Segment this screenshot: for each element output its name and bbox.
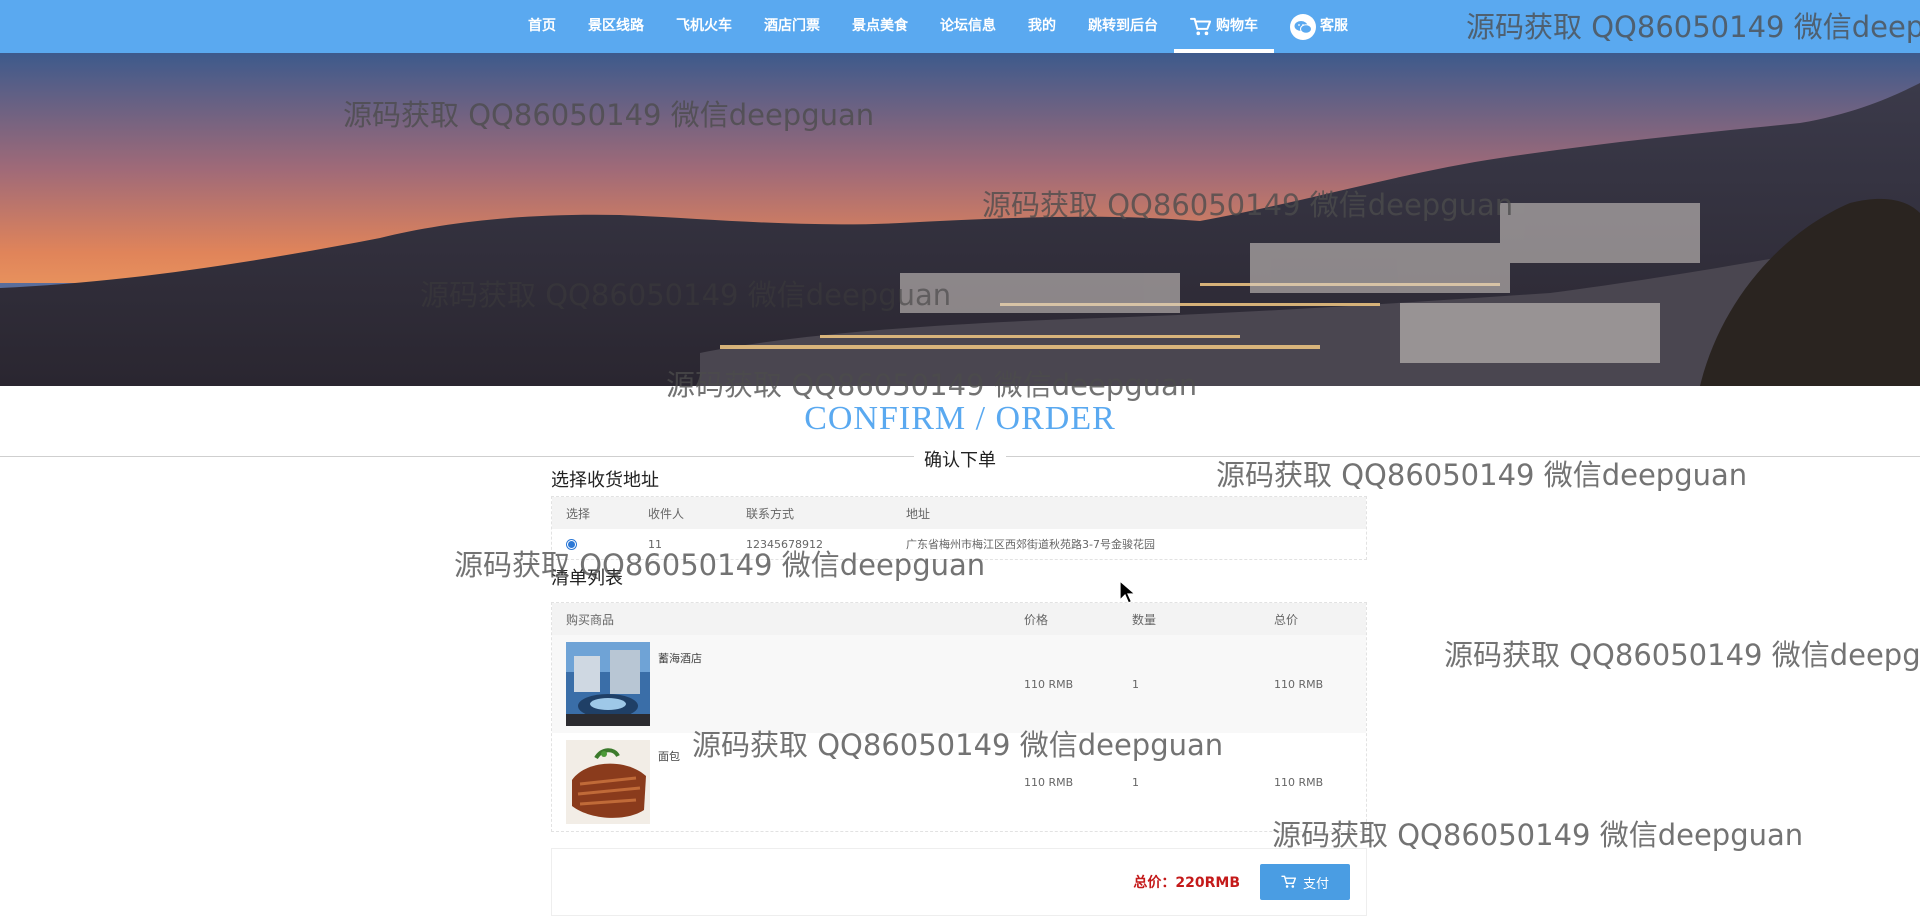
nav-item-scenic-routes[interactable]: 景区线路 [572, 0, 660, 53]
col-select: 选择 [566, 506, 591, 521]
wechat-icon [1290, 13, 1316, 40]
col-address: 地址 [906, 506, 931, 521]
cart-icon [1281, 875, 1297, 888]
banner-image [0, 53, 1920, 386]
order-list-table: 购买商品 价格 数量 总价 蓄海酒店 110 RMB 1 110 RMB 面包 … [551, 602, 1367, 832]
nav-item-home[interactable]: 首页 [512, 0, 572, 53]
qty-value: 1 [1132, 775, 1139, 789]
list-section-title: 清单列表 [551, 568, 623, 589]
cart-label: 购物车 [1216, 18, 1258, 34]
pay-label: 支付 [1302, 876, 1329, 892]
address-table-header: 选择 收件人 联系方式 地址 [552, 497, 1366, 529]
col-price: 价格 [1024, 612, 1049, 627]
pay-button[interactable]: 支付 [1260, 864, 1350, 900]
price-value: 110 RMB [1024, 677, 1074, 691]
col-qty: 数量 [1132, 612, 1157, 627]
total-value: 110 RMB [1274, 775, 1324, 789]
order-summary: 总价：220RMB 支付 [551, 848, 1367, 916]
list-item: 面包 110 RMB 1 110 RMB [552, 733, 1366, 831]
page-title-en: CONFIRM / ORDER [804, 400, 1116, 437]
list-table-header: 购买商品 价格 数量 总价 [552, 603, 1366, 635]
hotel-photo[interactable] [566, 642, 650, 726]
product-name[interactable]: 蓄海酒店 [658, 650, 702, 666]
order-total: 总价：220RMB [1133, 875, 1240, 891]
qty-value: 1 [1132, 677, 1139, 691]
cart-icon [1190, 17, 1212, 35]
nav-item-attraction-food[interactable]: 景点美食 [836, 0, 924, 53]
nav-list: 首页 景区线路 飞机火车 酒店门票 景点美食 论坛信息 我的 跳转到后台 购物车 [512, 0, 1364, 53]
col-phone: 联系方式 [746, 506, 795, 521]
address-radio[interactable] [566, 538, 577, 550]
list-item: 蓄海酒店 110 RMB 1 110 RMB [552, 635, 1366, 733]
address-table: 选择 收件人 联系方式 地址 11 12345678912 广东省梅州市梅江区西… [551, 496, 1367, 560]
nav-item-service[interactable]: 客服 [1274, 0, 1364, 53]
nav-item-backend[interactable]: 跳转到后台 [1072, 0, 1174, 53]
address-value: 广东省梅州市梅江区西郊街道秋苑路3-7号金骏花园 [906, 538, 1155, 551]
price-value: 110 RMB [1024, 775, 1074, 789]
recipient-value: 11 [648, 537, 662, 551]
col-product: 购买商品 [566, 612, 615, 627]
address-row[interactable]: 11 12345678912 广东省梅州市梅江区西郊街道秋苑路3-7号金骏花园 [552, 529, 1366, 559]
col-recipient: 收件人 [648, 506, 685, 521]
nav-item-my[interactable]: 我的 [1012, 0, 1072, 53]
service-label: 客服 [1320, 18, 1348, 34]
mouse-cursor-icon [1119, 580, 1137, 604]
address-section-title: 选择收货地址 [551, 470, 659, 491]
nav-item-hotel-tickets[interactable]: 酒店门票 [748, 0, 836, 53]
nav-item-forum[interactable]: 论坛信息 [924, 0, 1012, 53]
product-name[interactable]: 面包 [658, 748, 680, 764]
nav-item-flights-trains[interactable]: 飞机火车 [660, 0, 748, 53]
phone-value: 12345678912 [746, 537, 823, 551]
watermark-text: 源码获取 QQ86050149 微信deepguan [1444, 638, 1920, 672]
col-total: 总价 [1274, 612, 1299, 627]
food-photo[interactable] [566, 740, 650, 824]
order-content: 选择收货地址 选择 收件人 联系方式 地址 11 12345678912 广东省… [551, 466, 1367, 916]
total-value: 110 RMB [1274, 677, 1324, 691]
top-navigation: 首页 景区线路 飞机火车 酒店门票 景点美食 论坛信息 我的 跳转到后台 购物车 [0, 0, 1920, 53]
nav-item-cart[interactable]: 购物车 [1174, 0, 1274, 53]
